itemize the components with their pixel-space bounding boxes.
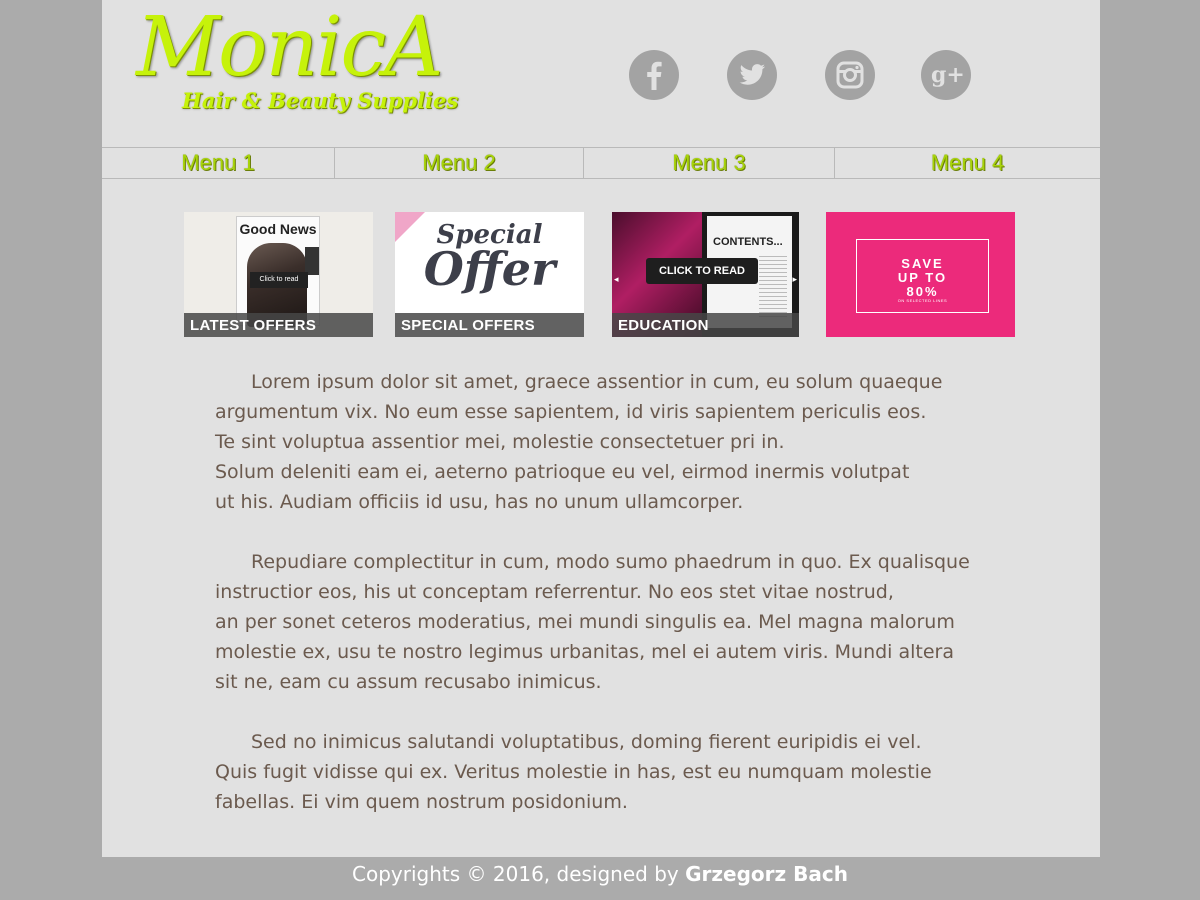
click-to-read-overlay: CLICK TO READ — [646, 258, 758, 284]
magazine-title: Good News — [239, 221, 317, 237]
text-line: Solum deleniti eam ei, aeterno patrioque… — [215, 461, 910, 483]
footer: Copyrights © 2016, designed by Grzegorz … — [0, 862, 1200, 886]
paragraph: Sed no inimicus salutandi voluptatibus, … — [215, 727, 1045, 817]
chevron-right-icon[interactable]: ▸ — [792, 274, 797, 285]
contents-heading: CONTENTS... — [713, 236, 783, 248]
svg-text:g+: g+ — [931, 62, 965, 88]
tile-latest-offers[interactable]: Good News Click to read LATEST OFFERS — [184, 212, 373, 337]
text-line: molestie ex, usu te nostro legimus urban… — [215, 641, 955, 663]
promo-percent: 80% — [906, 284, 939, 299]
menu-item-3[interactable]: Menu 3 — [584, 148, 835, 178]
promo-frame: SAVE UP TO 80% ON SELECTED LINES — [856, 239, 989, 313]
text-line: instructior eos, his ut conceptam referr… — [215, 581, 894, 603]
text-line: Quis fugit vidisse qui ex. Veritus moles… — [215, 761, 932, 783]
instagram-icon[interactable] — [825, 50, 875, 100]
paragraph: Lorem ipsum dolor sit amet, graece assen… — [215, 367, 1045, 517]
logo-title: MonicA — [136, 0, 444, 95]
tile-caption: SPECIAL OFFERS — [395, 313, 584, 337]
text-line: Sed no inimicus salutandi voluptatibus, … — [251, 731, 922, 753]
promo-small-print: ON SELECTED LINES — [897, 298, 948, 303]
text-line: Repudiare complectitur in cum, modo sumo… — [251, 551, 970, 573]
text-line: ut his. Audiam officiis id usu, has no u… — [215, 491, 744, 513]
facebook-icon[interactable] — [629, 50, 679, 100]
google-plus-icon[interactable]: g+ — [921, 50, 971, 100]
chevron-left-icon[interactable]: ◂ — [614, 274, 619, 285]
text-line: sit ne, eam cu assum recusabo inimicus. — [215, 671, 602, 693]
tile-special-offers[interactable]: Special Offer SPECIAL OFFERS — [395, 212, 584, 337]
page-container: MonicA Hair & Beauty Supplies g+ Menu 1 … — [102, 0, 1100, 857]
text-line: fabellas. Ei vim quem nostrum posidonium… — [215, 791, 628, 813]
menu-item-1[interactable]: Menu 1 — [102, 148, 335, 178]
footer-author: Grzegorz Bach — [685, 862, 848, 886]
tile-caption: LATEST OFFERS — [184, 313, 373, 337]
tile-education[interactable]: CONTENTS... CLICK TO READ ◂ ▸ EDUCATION — [612, 212, 799, 337]
text-line: Lorem ipsum dolor sit amet, graece assen… — [251, 371, 943, 393]
main-content: Lorem ipsum dolor sit amet, graece assen… — [215, 367, 1045, 847]
magazine-cover: Good News — [236, 216, 320, 327]
logo-subtitle: Hair & Beauty Supplies — [182, 88, 459, 113]
promo-line-1: SAVE — [901, 256, 944, 271]
main-menu: Menu 1 Menu 2 Menu 3 Menu 4 — [102, 147, 1100, 179]
menu-item-4[interactable]: Menu 4 — [835, 148, 1100, 178]
tile-caption: EDUCATION — [612, 313, 799, 337]
text-line: an per sonet ceteros moderatius, mei mun… — [215, 611, 955, 633]
text-line: argumentum vix. No eum esse sapientem, i… — [215, 401, 927, 423]
promo-line-2: UP TO — [897, 270, 948, 285]
tile-save-promo[interactable]: SAVE UP TO 80% ON SELECTED LINES — [826, 212, 1015, 337]
menu-item-2[interactable]: Menu 2 — [335, 148, 584, 178]
cover-spine-label — [305, 247, 319, 275]
contents-lines — [759, 256, 787, 318]
footer-text: Copyrights © 2016, designed by — [352, 862, 686, 886]
offer-text: Offer — [423, 242, 556, 296]
logo[interactable]: MonicA Hair & Beauty Supplies — [132, 0, 512, 126]
click-to-read-overlay: Click to read — [250, 272, 308, 288]
twitter-icon[interactable] — [727, 50, 777, 100]
text-line: Te sint voluptua assentior mei, molestie… — [215, 431, 785, 453]
paragraph: Repudiare complectitur in cum, modo sumo… — [215, 547, 1045, 697]
